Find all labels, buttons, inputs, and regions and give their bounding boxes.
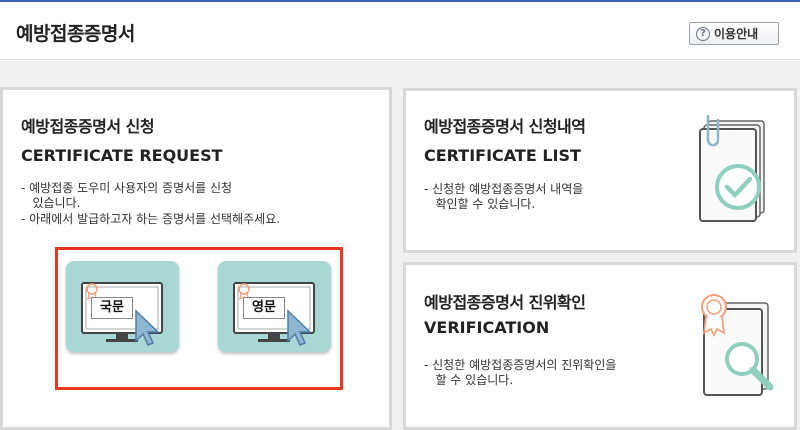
certificate-list-card[interactable]: 예방접종증명서 신청내역 CERTIFICATE LIST - 신청한 예방접종… xyxy=(403,88,797,253)
verification-card[interactable]: 예방접종증명서 진위확인 VERIFICATION - 신청한 예방접종증명서의… xyxy=(403,262,797,430)
verify-title-ko: 예방접종증명서 진위확인 xyxy=(424,293,586,312)
request-desc-1: - 예방접종 도우미 사용자의 증명서를 신청 있습니다. xyxy=(21,181,233,210)
list-title-en: CERTIFICATE LIST xyxy=(424,146,581,165)
verify-title-en: VERIFICATION xyxy=(424,318,550,337)
verify-desc: - 신청한 예방접종증명서의 진위확인을 할 수 있습니다. xyxy=(424,358,617,387)
english-certificate-button[interactable]: 영문 xyxy=(218,261,331,352)
english-label: 영문 xyxy=(243,297,285,319)
request-title-en: CERTIFICATE REQUEST xyxy=(21,146,223,165)
question-icon: ? xyxy=(696,26,710,41)
request-title-ko: 예방접종증명서 신청 xyxy=(21,117,155,136)
korean-label: 국문 xyxy=(91,297,133,319)
list-desc: - 신청한 예방접종증명서 내역을 확인할 수 있습니다. xyxy=(424,182,584,211)
document-check-icon xyxy=(699,115,765,222)
list-title-ko: 예방접종증명서 신청내역 xyxy=(424,117,586,136)
korean-certificate-button[interactable]: 국문 xyxy=(66,261,179,352)
page-title: 예방접종증명서 xyxy=(16,23,135,45)
certificate-type-selector: 국문 영문 xyxy=(55,247,343,390)
certificate-magnifier-icon xyxy=(701,294,774,396)
help-guide-button[interactable]: ? 이용안내 xyxy=(689,22,779,45)
help-guide-label: 이용안내 xyxy=(714,27,759,41)
request-desc-2: - 아래에서 발급하고자 하는 증명서를 선택해주세요. xyxy=(21,212,281,226)
page-header: 예방접종증명서 ? 이용안내 xyxy=(0,2,800,60)
